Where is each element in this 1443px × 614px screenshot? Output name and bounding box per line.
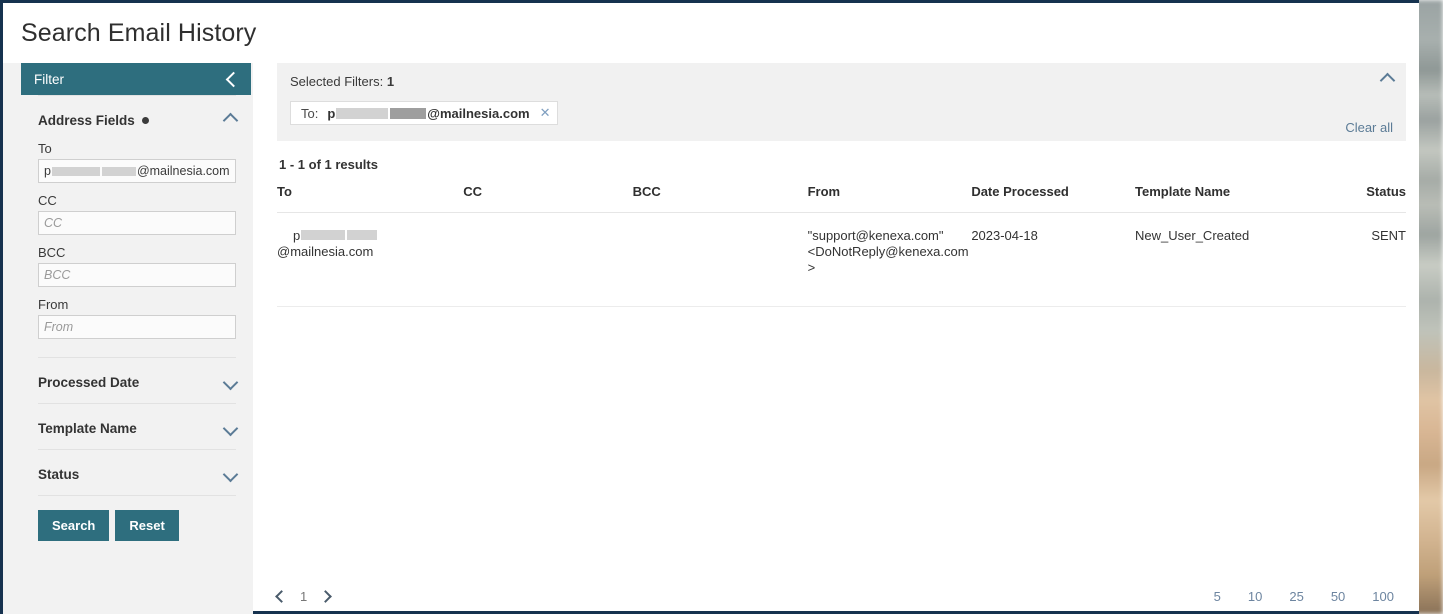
pagination: 1 5 10 25 50 100 bbox=[275, 589, 1406, 604]
cell-from[interactable]: "support@kenexa.com" <DoNotReply@kenexa.… bbox=[807, 212, 972, 307]
page-size-selector: 5 10 25 50 100 bbox=[1214, 589, 1406, 604]
redaction-bar bbox=[101, 166, 136, 176]
filter-chip-to: To: p @mailnesia.com ✕ bbox=[290, 101, 559, 125]
page-title: Search Email History bbox=[21, 19, 257, 47]
column-header-status[interactable]: Status bbox=[1298, 184, 1406, 213]
column-header-from[interactable]: From bbox=[807, 184, 972, 213]
cell-to[interactable]: p@mailnesia.com bbox=[277, 212, 464, 307]
page-size-100[interactable]: 100 bbox=[1372, 589, 1394, 604]
table-row: p@mailnesia.com "support@kenexa.com" <Do… bbox=[277, 212, 1406, 307]
filter-chip-key: To: bbox=[301, 105, 319, 121]
cc-input[interactable] bbox=[38, 211, 236, 235]
filter-actions: Search Reset bbox=[38, 496, 236, 541]
filter-section-title: Processed Date bbox=[38, 375, 139, 390]
pagination-controls: 1 bbox=[275, 589, 333, 604]
to-input[interactable]: p @mailnesia.com bbox=[38, 159, 236, 183]
app-window: Search Email History Filter Address Fiel… bbox=[0, 0, 1419, 614]
chevron-down-icon[interactable] bbox=[222, 374, 239, 391]
filter-section-title: Address Fields bbox=[38, 113, 149, 128]
redaction-bar bbox=[336, 107, 389, 119]
selected-filters-heading: Selected Filters: 1 bbox=[290, 74, 1393, 89]
filter-chip-value: p @mailnesia.com bbox=[327, 106, 529, 121]
column-header-date-processed[interactable]: Date Processed bbox=[971, 184, 1136, 213]
cell-to-prefix: p bbox=[293, 228, 301, 243]
cell-cc bbox=[463, 212, 633, 307]
search-button[interactable]: Search bbox=[38, 510, 110, 541]
results-table: To CC BCC From Date Processed Template N… bbox=[277, 184, 1406, 307]
filter-chip-value-prefix: p bbox=[327, 105, 336, 121]
chevron-left-icon[interactable] bbox=[225, 71, 242, 87]
filter-section-title: Template Name bbox=[38, 421, 137, 436]
cell-bcc bbox=[632, 212, 808, 307]
filter-section-template-name[interactable]: Template Name bbox=[38, 404, 239, 449]
filter-section-label: Processed Date bbox=[38, 375, 140, 390]
selected-filters-panel: Selected Filters: 1 To: p @mailnesia.com… bbox=[277, 63, 1406, 141]
filter-section-processed-date[interactable]: Processed Date bbox=[38, 358, 239, 403]
chevron-right-icon[interactable] bbox=[319, 590, 333, 603]
field-from: From bbox=[38, 297, 236, 339]
bcc-input[interactable] bbox=[38, 263, 236, 287]
to-input-suffix: @mailnesia.com bbox=[136, 164, 230, 178]
filter-section-label: Status bbox=[38, 467, 80, 482]
field-from-label: From bbox=[38, 297, 69, 312]
field-to-label: To bbox=[38, 141, 52, 156]
page-size-10[interactable]: 10 bbox=[1248, 589, 1262, 604]
field-bcc: BCC bbox=[38, 245, 236, 287]
page-size-5[interactable]: 5 bbox=[1214, 589, 1221, 604]
field-bcc-label: BCC bbox=[38, 245, 66, 260]
redaction-bar bbox=[301, 230, 346, 240]
filter-panel-body: Address Fields To p @mailnesia.com CC CC… bbox=[21, 95, 253, 614]
page-size-50[interactable]: 50 bbox=[1331, 589, 1345, 604]
cell-template-name: New_User_Created bbox=[1135, 212, 1299, 307]
results-count: 1 - 1 of 1 results bbox=[279, 157, 378, 172]
chevron-left-icon[interactable] bbox=[275, 590, 288, 603]
cell-to-suffix: @mailnesia.com bbox=[277, 244, 374, 259]
main-content: Selected Filters: 1 To: p @mailnesia.com… bbox=[253, 63, 1419, 614]
page-size-25[interactable]: 25 bbox=[1289, 589, 1303, 604]
clear-all-link[interactable]: Clear all bbox=[1345, 120, 1393, 135]
selected-filters-count: 1 bbox=[386, 74, 395, 89]
field-cc: CC bbox=[38, 193, 236, 235]
selected-filters-label: Selected Filters: bbox=[290, 74, 384, 89]
page-number-1[interactable]: 1 bbox=[300, 589, 307, 604]
field-cc-label: CC bbox=[38, 193, 57, 208]
from-input[interactable] bbox=[38, 315, 236, 339]
filter-section-label: Address Fields bbox=[38, 113, 135, 128]
chevron-down-icon[interactable] bbox=[222, 466, 239, 483]
close-icon[interactable]: ✕ bbox=[540, 105, 551, 121]
filter-section-status[interactable]: Status bbox=[38, 450, 239, 495]
filter-section-address-fields[interactable]: Address Fields bbox=[38, 96, 239, 141]
active-filter-dot-icon bbox=[141, 117, 149, 124]
filter-section-label: Template Name bbox=[38, 421, 137, 436]
chevron-up-icon[interactable] bbox=[222, 112, 239, 129]
filter-chip-value-suffix: @mailnesia.com bbox=[427, 105, 530, 121]
filter-section-title: Status bbox=[38, 467, 79, 482]
cell-date-processed: 2023-04-18 bbox=[971, 212, 1136, 307]
chevron-down-icon[interactable] bbox=[222, 420, 239, 437]
redaction-bar bbox=[51, 166, 100, 176]
field-to: To p @mailnesia.com bbox=[38, 141, 236, 183]
cell-status[interactable]: SENT bbox=[1298, 212, 1406, 307]
to-input-prefix: p bbox=[44, 164, 51, 178]
table-header-row: To CC BCC From Date Processed Template N… bbox=[277, 184, 1406, 213]
filter-sidebar: Filter Address Fields To p @mailnesia.co… bbox=[3, 63, 253, 614]
page-layout: Filter Address Fields To p @mailnesia.co… bbox=[3, 63, 1419, 614]
column-header-bcc[interactable]: BCC bbox=[632, 184, 808, 213]
redaction-bar bbox=[347, 230, 378, 240]
filter-panel-title: Filter bbox=[34, 71, 64, 87]
column-header-cc[interactable]: CC bbox=[463, 184, 633, 213]
redaction-bar bbox=[390, 107, 427, 119]
filter-panel-header: Filter bbox=[21, 63, 251, 95]
column-header-to[interactable]: To bbox=[277, 184, 464, 213]
reset-button[interactable]: Reset bbox=[115, 510, 179, 541]
column-header-template-name[interactable]: Template Name bbox=[1135, 184, 1299, 213]
